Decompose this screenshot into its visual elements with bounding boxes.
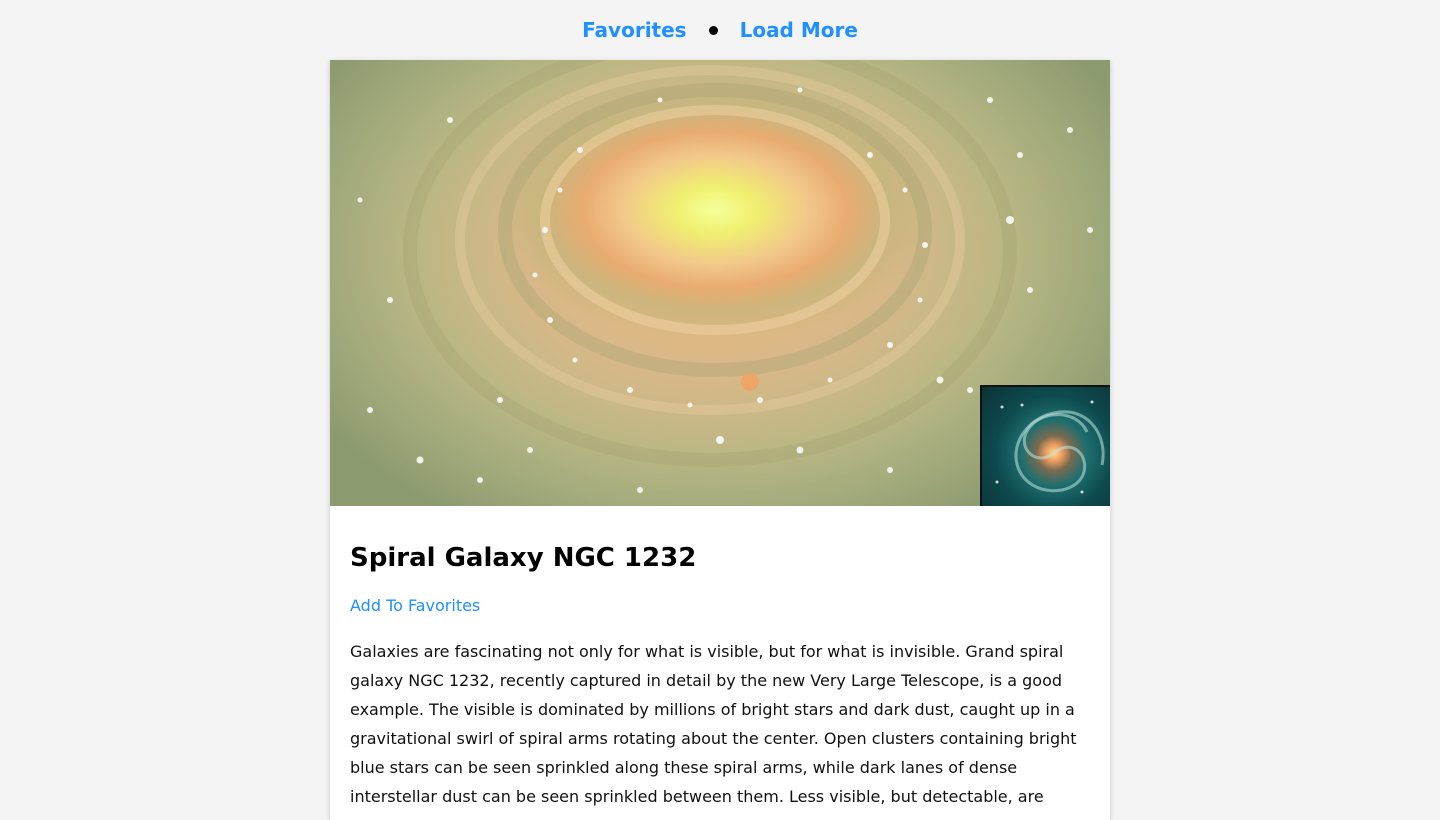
galaxy-image[interactable] [330,60,1110,506]
galaxy-thumbnail[interactable] [980,385,1110,506]
favorites-link[interactable]: Favorites [582,18,687,42]
add-to-favorites-link[interactable]: Add To Favorites [350,596,480,615]
separator-dot [708,25,718,35]
post-content: Spiral Galaxy NGC 1232 Add To Favorites … [330,506,1110,811]
thumbnail-spiral [995,400,1105,494]
apod-card: Spiral Galaxy NGC 1232 Add To Favorites … [330,60,1110,820]
post-title: Spiral Galaxy NGC 1232 [350,543,697,573]
post-description: Galaxies are fascinating not only for wh… [350,642,1077,806]
top-navigation: Favorites Load More [0,0,1440,60]
load-more-link[interactable]: Load More [740,18,858,42]
